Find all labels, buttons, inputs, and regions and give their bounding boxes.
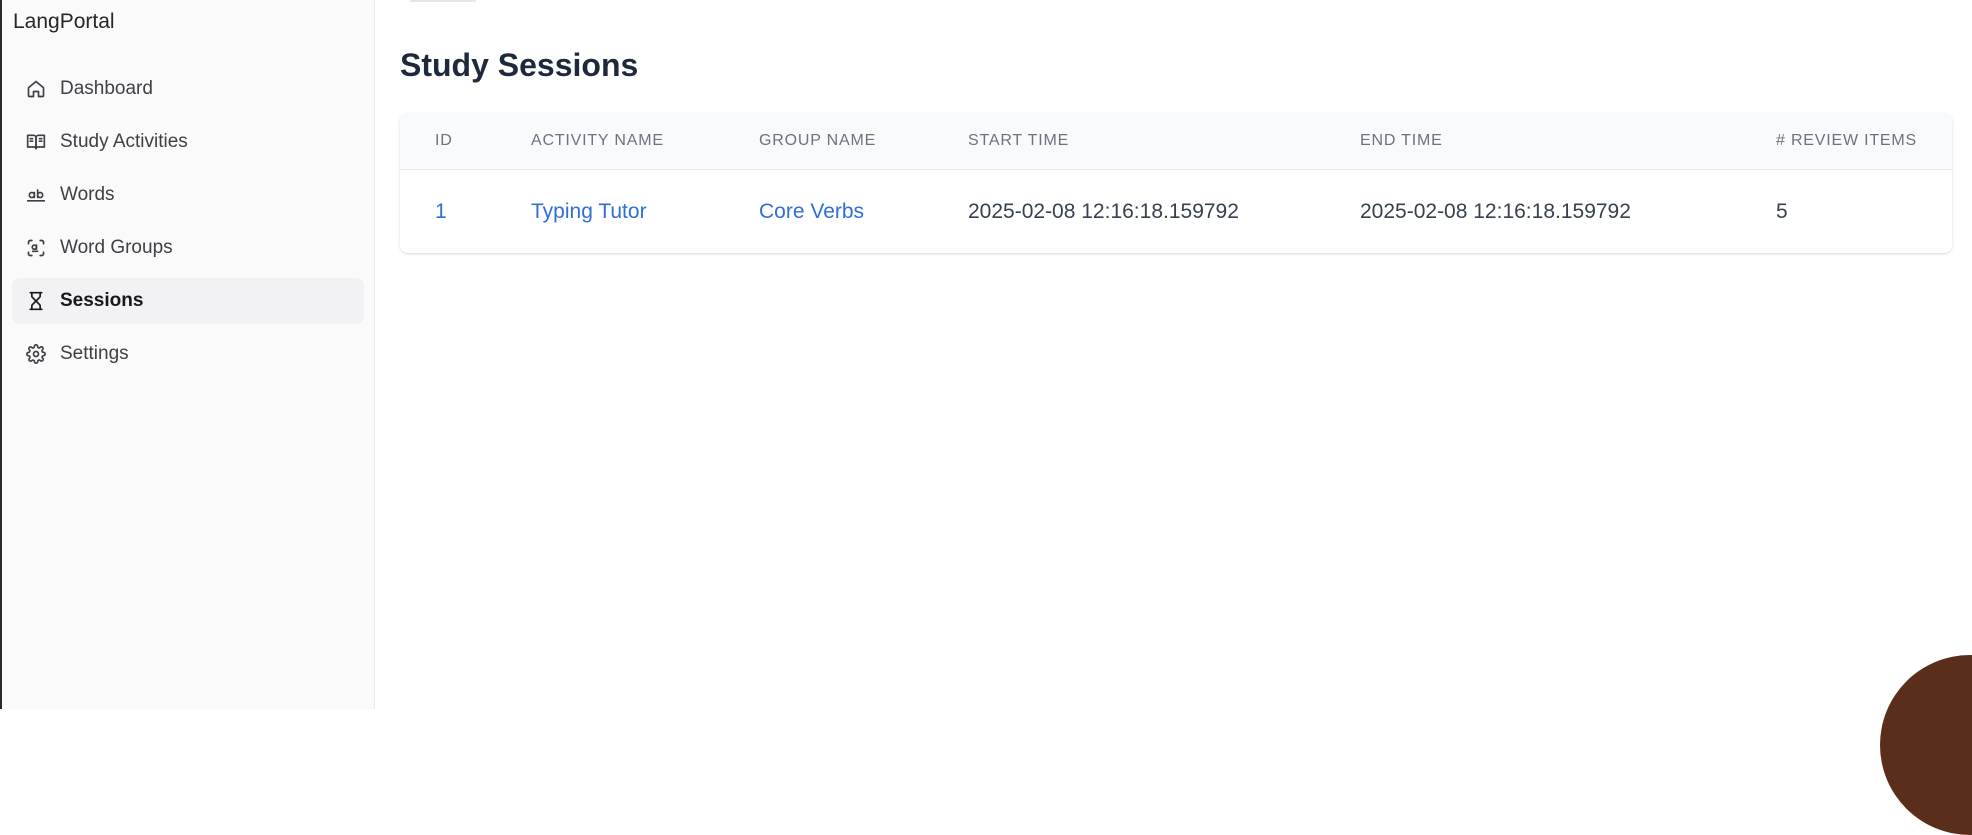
- activity-name-link[interactable]: Typing Tutor: [531, 170, 647, 253]
- sidebar-item-label: Words: [60, 184, 115, 205]
- sidebar-item-word-groups[interactable]: Word Groups: [12, 225, 364, 271]
- main-content: Study Sessions ID Activity Name Group Na…: [376, 0, 1972, 709]
- top-divider: [410, 0, 476, 2]
- hourglass-icon: [25, 290, 47, 312]
- review-items-cell: 5: [1776, 200, 1788, 223]
- end-time-cell: 2025-02-08 12:16:18.159792: [1360, 200, 1631, 223]
- sidebar-item-label: Dashboard: [60, 78, 153, 99]
- sidebar-item-settings[interactable]: Settings: [12, 331, 364, 377]
- sidebar-item-label: Settings: [60, 343, 129, 364]
- sidebar: LangPortal Dashboard Study Activities Wo…: [0, 0, 375, 709]
- gear-icon: [25, 343, 47, 365]
- column-header-id[interactable]: ID: [435, 113, 453, 169]
- table-row: 1 Typing Tutor Core Verbs 2025-02-08 12:…: [400, 170, 1952, 253]
- sidebar-item-dashboard[interactable]: Dashboard: [12, 66, 364, 112]
- app-window: LangPortal Dashboard Study Activities Wo…: [0, 0, 1972, 835]
- home-icon: [25, 78, 47, 100]
- whole-word-icon: [25, 184, 47, 206]
- column-header-end-time[interactable]: End Time: [1360, 113, 1443, 169]
- word-groups-icon: [25, 237, 47, 259]
- column-header-start-time[interactable]: Start Time: [968, 113, 1069, 169]
- sidebar-item-label: Sessions: [60, 290, 144, 311]
- group-name-link[interactable]: Core Verbs: [759, 170, 864, 253]
- page-title: Study Sessions: [400, 47, 639, 83]
- sidebar-nav: Dashboard Study Activities Words Word Gr…: [12, 66, 364, 384]
- column-header-group-name[interactable]: Group Name: [759, 113, 876, 169]
- column-header-activity-name[interactable]: Activity Name: [531, 113, 664, 169]
- sidebar-item-sessions[interactable]: Sessions: [12, 278, 364, 324]
- sessions-table: ID Activity Name Group Name Start Time E…: [400, 113, 1952, 253]
- sidebar-item-study-activities[interactable]: Study Activities: [12, 119, 364, 165]
- sidebar-item-label: Word Groups: [60, 237, 173, 258]
- sidebar-item-label: Study Activities: [60, 131, 188, 152]
- sidebar-item-words[interactable]: Words: [12, 172, 364, 218]
- table-header: ID Activity Name Group Name Start Time E…: [400, 113, 1952, 170]
- column-header-review-items[interactable]: # Review Items: [1776, 113, 1917, 169]
- book-open-icon: [25, 131, 47, 153]
- app-title: LangPortal: [13, 10, 115, 33]
- start-time-cell: 2025-02-08 12:16:18.159792: [968, 200, 1239, 223]
- session-id-link[interactable]: 1: [435, 170, 447, 253]
